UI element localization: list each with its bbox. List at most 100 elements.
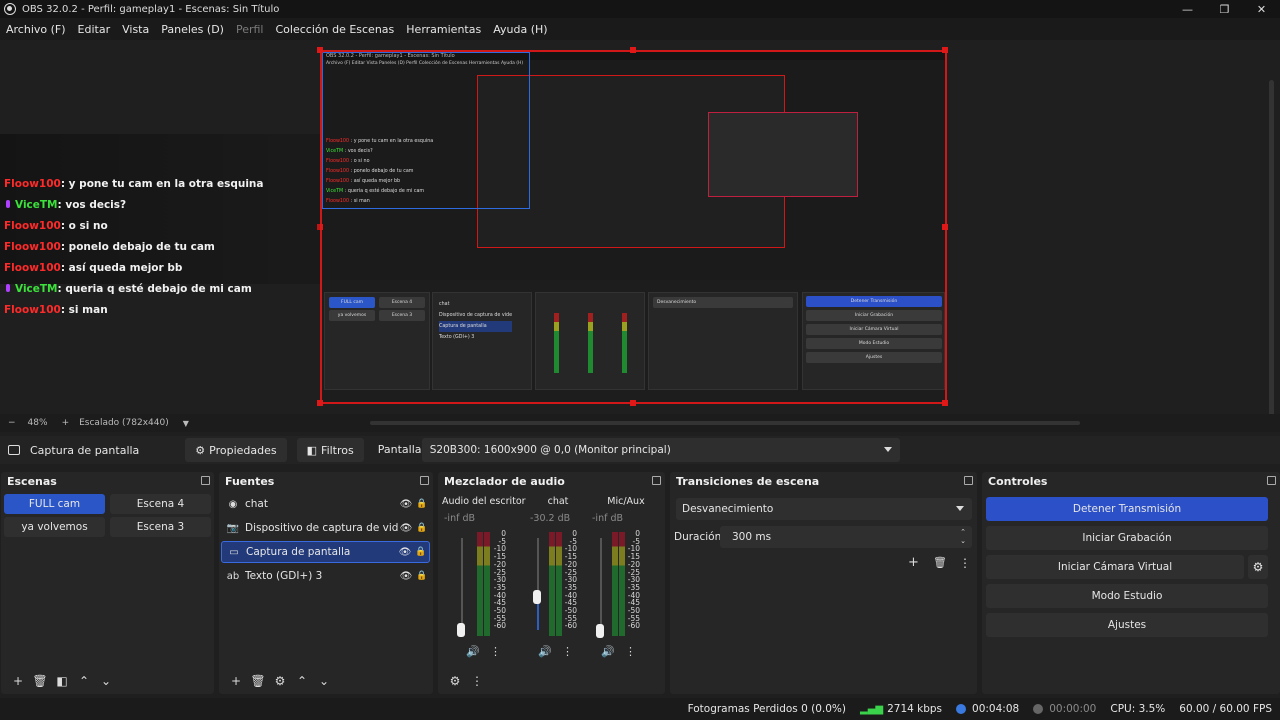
volume-slider[interactable] [461, 538, 463, 630]
menu-profile[interactable]: Perfil [236, 23, 264, 36]
lock-icon[interactable]: 🔒 [413, 547, 429, 557]
menu-edit[interactable]: Editar [78, 23, 111, 36]
settings-button[interactable]: Ajustes [986, 613, 1268, 637]
lock-icon[interactable]: 🔒 [414, 523, 430, 533]
lock-icon[interactable]: 🔒 [414, 499, 430, 509]
studio-mode-button[interactable]: Modo Estudio [986, 584, 1268, 608]
more-options-icon[interactable]: ⋮ [562, 645, 573, 658]
more-options-icon[interactable]: ⋮ [625, 645, 636, 658]
window-controls: — ❐ ✕ [1169, 0, 1280, 18]
nested-sources-dock: chat Dispositivo de captura de vide Capt… [432, 292, 532, 390]
filters-button[interactable]: ◧ Filtros [296, 438, 364, 462]
resize-handle[interactable] [942, 224, 948, 230]
menu-docks[interactable]: Paneles (D) [161, 23, 224, 36]
trash-icon[interactable]: 🗑 [247, 671, 269, 691]
start-virtual-camera-button[interactable]: Iniciar Cámara Virtual [986, 555, 1244, 579]
undock-icon[interactable] [201, 476, 210, 485]
chevron-down-icon [883, 447, 892, 452]
resize-handle[interactable] [630, 47, 636, 53]
volume-slider-knob[interactable] [457, 623, 465, 637]
chat-message: Floow100: o si no [4, 220, 108, 232]
preview-horizontal-scrollbar[interactable] [370, 421, 1080, 425]
trash-icon[interactable]: 🗑 [29, 671, 51, 691]
chevron-up-icon[interactable]: ⌃ [73, 671, 95, 691]
source-item-chat[interactable]: ◉ chat 👁 🔒 [221, 493, 430, 515]
display-select[interactable]: S20B300: 1600x900 @ 0,0 (Monitor princip… [421, 438, 900, 462]
volume-slider-knob[interactable] [596, 624, 604, 638]
more-options-icon[interactable]: ⋮ [466, 671, 488, 691]
meter-scale: 0 -5 -10 -15 -20 -25 -30 -35 -40 -45 -50 -55 -60 [564, 529, 577, 631]
eye-icon[interactable]: 👁 [397, 547, 413, 558]
nested-docks: FULL cam Escena 4 ya volvemos Escena 3 c… [322, 280, 945, 402]
spinner-icon[interactable]: ⌃ ⌄ [960, 528, 966, 546]
duration-input[interactable]: 300 ms ⌃ ⌄ [720, 526, 972, 548]
scenes-dock: Escenas FULL cam Escena 4 ya volvemos Es… [1, 472, 214, 694]
source-toolbar: Captura de pantalla ⚙ Propiedades ◧ Filt… [0, 436, 1280, 464]
trash-icon[interactable]: 🗑 [933, 556, 947, 569]
gear-icon: ⚙ [1252, 560, 1264, 574]
chevron-up-icon[interactable]: ⌃ [291, 671, 313, 691]
advanced-audio-icon[interactable]: ⚙ [444, 671, 466, 691]
chevron-down-icon[interactable]: ⌄ [95, 671, 117, 691]
source-item-text[interactable]: ab Texto (GDI+) 3 👁 🔒 [221, 565, 430, 587]
stop-streaming-button[interactable]: Detener Transmisión [986, 497, 1268, 521]
menu-scene-collection[interactable]: Colección de Escenas [276, 23, 395, 36]
speaker-icon[interactable]: 🔊 [538, 645, 552, 658]
more-options-icon[interactable]: ⋮ [959, 556, 971, 570]
sources-dock-title: Fuentes [219, 472, 433, 490]
lock-icon[interactable]: 🔒 [414, 571, 430, 581]
menu-tools[interactable]: Herramientas [406, 23, 481, 36]
chevron-down-icon[interactable]: ⌄ [313, 671, 335, 691]
scene-escena-3[interactable]: Escena 3 [110, 517, 211, 537]
resize-handle[interactable] [942, 400, 948, 406]
undock-icon[interactable] [652, 476, 661, 485]
preview-vertical-scrollbar[interactable] [1269, 80, 1274, 420]
add-icon[interactable]: + [225, 671, 247, 691]
resize-handle[interactable] [942, 47, 948, 53]
zoom-in-button[interactable]: + [62, 418, 70, 428]
volume-meter [556, 532, 562, 636]
mixer-channel-mic: Mic/Aux -inf dB 0 -5 -10 -15 -20 -25 -30 -35 -40… [592, 496, 645, 658]
badge-icon [6, 284, 10, 292]
add-icon[interactable]: + [7, 671, 29, 691]
chat-message: Floow100: ponelo debajo de tu cam [4, 241, 215, 253]
stream-time: 00:04:08 [956, 703, 1019, 715]
eye-icon[interactable]: 👁 [398, 571, 414, 582]
properties-button[interactable]: ⚙ Propiedades [185, 438, 287, 462]
scaling-dropdown-icon[interactable]: ▼ [183, 419, 189, 428]
preview-canvas[interactable]: OBS 32.0.2 - Perfil: gameplay1 - Escenas… [320, 50, 947, 404]
menu-file[interactable]: Archivo (F) [6, 23, 66, 36]
menu-view[interactable]: Vista [122, 23, 149, 36]
maximize-button[interactable]: ❐ [1206, 0, 1243, 18]
resize-handle[interactable] [317, 400, 323, 406]
undock-icon[interactable] [420, 476, 429, 485]
eye-icon[interactable]: 👁 [398, 499, 414, 510]
filter-icon[interactable]: ◧ [51, 671, 73, 691]
source-item-screen-capture[interactable]: ▭ Captura de pantalla 👁 🔒 [221, 541, 430, 563]
undock-icon[interactable] [964, 476, 973, 485]
undock-icon[interactable] [1267, 476, 1276, 485]
add-icon[interactable]: + [908, 555, 919, 570]
zoom-out-button[interactable]: − [8, 418, 16, 428]
close-button[interactable]: ✕ [1243, 0, 1280, 18]
scene-full-cam[interactable]: FULL cam [4, 494, 105, 514]
menu-help[interactable]: Ayuda (H) [493, 23, 547, 36]
scenes-dock-title: Escenas [1, 472, 214, 490]
speaker-icon[interactable]: 🔊 [466, 645, 480, 658]
scene-ya-volvemos[interactable]: ya volvemos [4, 517, 105, 537]
source-item-capture-device[interactable]: 📷 Dispositivo de captura de vide 👁 🔒 [221, 517, 430, 539]
title-bar: OBS 32.0.2 - Perfil: gameplay1 - Escenas… [0, 0, 1280, 18]
scene-escena-4[interactable]: Escena 4 [110, 494, 211, 514]
resize-handle[interactable] [630, 400, 636, 406]
more-options-icon[interactable]: ⋮ [490, 645, 501, 658]
transition-select[interactable]: Desvanecimiento [676, 498, 972, 520]
virtual-camera-settings-button[interactable]: ⚙ [1248, 555, 1268, 579]
resize-handle[interactable] [317, 47, 323, 53]
gear-icon[interactable]: ⚙ [269, 671, 291, 691]
eye-icon[interactable]: 👁 [398, 523, 414, 534]
volume-slider-knob[interactable] [533, 590, 541, 604]
speaker-icon[interactable]: 🔊 [601, 645, 615, 658]
minimize-button[interactable]: — [1169, 0, 1206, 18]
start-recording-button[interactable]: Iniciar Grabación [986, 526, 1268, 550]
volume-slider[interactable] [600, 538, 602, 630]
